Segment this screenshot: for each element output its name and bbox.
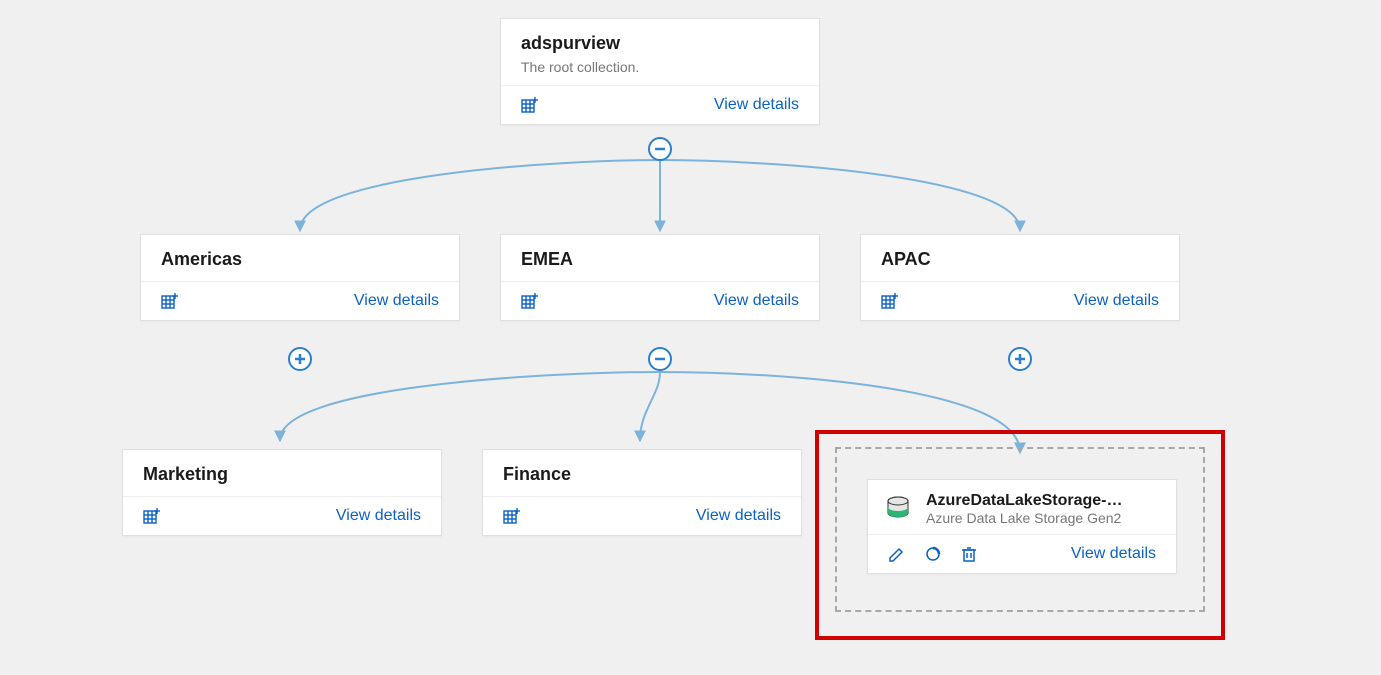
add-data-source-icon[interactable] [143,507,161,525]
expand-toggle-americas[interactable] [288,347,312,371]
view-details-link[interactable]: View details [336,507,421,525]
collection-title: Marketing [143,464,421,486]
collection-title: Finance [503,464,781,486]
collection-title: adspurview [521,33,799,55]
expand-toggle-apac[interactable] [1008,347,1032,371]
data-lake-icon [884,493,912,526]
collection-card-americas[interactable]: Americas View details [140,234,460,321]
collapse-toggle-root[interactable] [648,137,672,161]
data-source-subtitle: Azure Data Lake Storage Gen2 [926,510,1160,526]
add-data-source-icon[interactable] [881,292,899,310]
collapse-toggle-emea[interactable] [648,347,672,371]
scan-icon[interactable] [924,545,942,563]
view-details-link[interactable]: View details [696,507,781,525]
view-details-link[interactable]: View details [1074,292,1159,310]
view-details-link[interactable]: View details [714,292,799,310]
data-source-title: AzureDataLakeStorage-… [926,492,1160,510]
collection-card-apac[interactable]: APAC View details [860,234,1180,321]
collection-card-root[interactable]: adspurview The root collection. View det… [500,18,820,125]
edit-icon[interactable] [888,545,906,563]
add-data-source-icon[interactable] [521,292,539,310]
delete-icon[interactable] [960,545,978,563]
collection-title: APAC [881,249,1159,271]
add-data-source-icon[interactable] [503,507,521,525]
collection-title: EMEA [521,249,799,271]
collection-title: Americas [161,249,439,271]
data-source-card[interactable]: AzureDataLakeStorage-… Azure Data Lake S… [867,479,1177,574]
view-details-link[interactable]: View details [354,292,439,310]
collection-card-finance[interactable]: Finance View details [482,449,802,536]
add-data-source-icon[interactable] [521,96,539,114]
data-source-drop-zone[interactable]: AzureDataLakeStorage-… Azure Data Lake S… [835,447,1205,612]
view-details-link[interactable]: View details [1071,545,1156,563]
collection-card-emea[interactable]: EMEA View details [500,234,820,321]
collection-card-marketing[interactable]: Marketing View details [122,449,442,536]
add-data-source-icon[interactable] [161,292,179,310]
view-details-link[interactable]: View details [714,96,799,114]
collection-subtitle: The root collection. [521,59,799,75]
